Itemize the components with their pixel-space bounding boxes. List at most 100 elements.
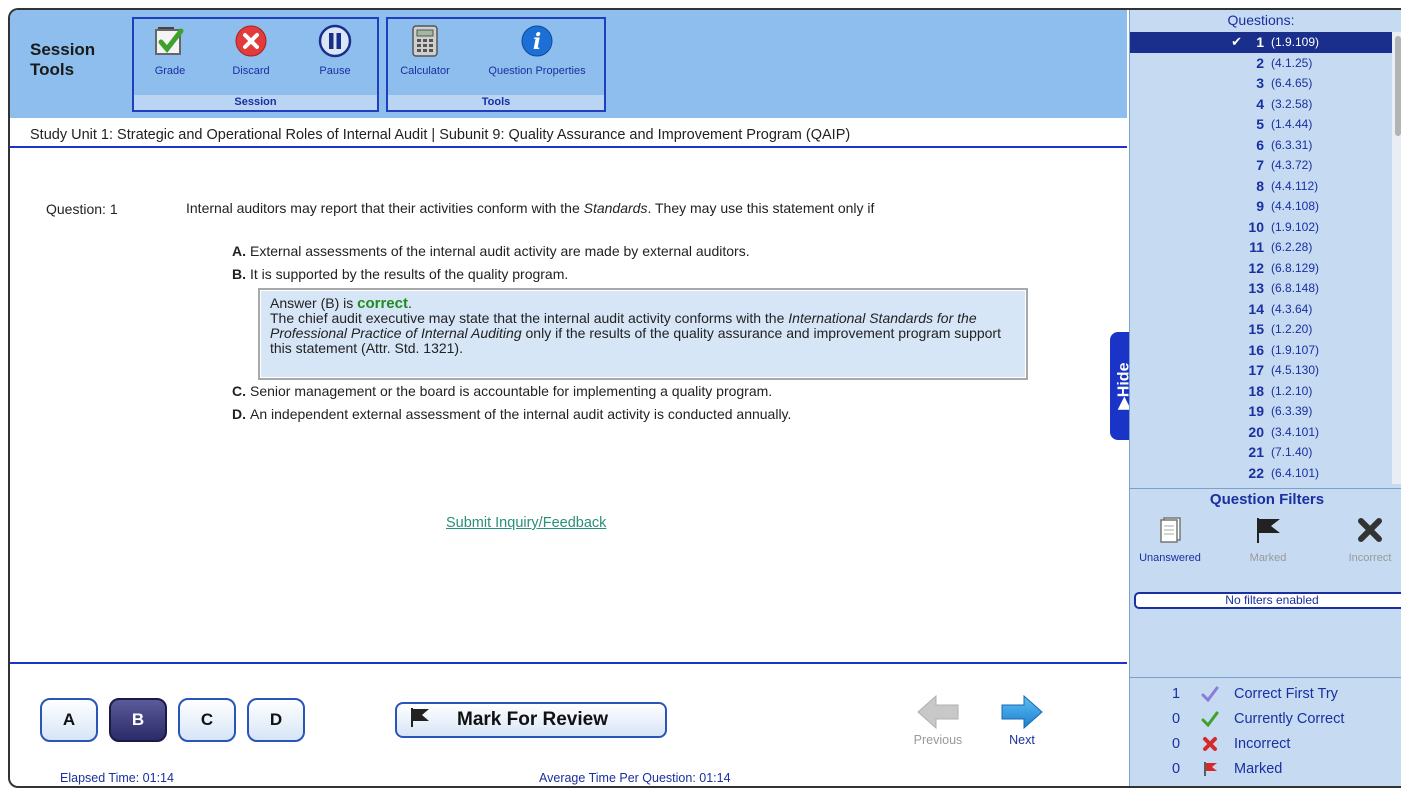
answer-button-b[interactable]: B	[109, 698, 167, 742]
next-button[interactable]: Next	[992, 694, 1052, 747]
question-list-item[interactable]: 7 (4.3.72)	[1130, 155, 1392, 176]
filter-unanswered[interactable]: Unanswered	[1130, 512, 1210, 564]
session-tools-title: Session Tools	[30, 40, 96, 79]
submit-feedback-link[interactable]: Submit Inquiry/Feedback	[446, 515, 606, 531]
scrollbar-thumb[interactable]	[1395, 36, 1401, 136]
grade-button[interactable]: Grade	[146, 23, 194, 77]
question-list-code: (1.2.10)	[1271, 383, 1313, 398]
question-list-item[interactable]: 4 (3.2.58)	[1130, 94, 1392, 115]
arrow-left-icon	[908, 694, 968, 733]
session-group: Grade Discard Pause Session	[132, 17, 379, 112]
question-list-number: 12	[1248, 259, 1264, 276]
choice-c[interactable]: C. Senior management or the board is acco…	[232, 383, 772, 399]
question-list-item[interactable]: 22 (6.4.101)	[1130, 463, 1392, 484]
discard-button[interactable]: Discard	[226, 23, 276, 77]
question-list-number: 15	[1248, 321, 1264, 337]
question-list-number: 16	[1248, 341, 1264, 358]
question-list-number: 4	[1256, 95, 1264, 112]
pause-button[interactable]: Pause	[310, 23, 360, 77]
question-list-number: 13	[1248, 280, 1264, 296]
question-list-number: 1	[1256, 34, 1264, 50]
question-list-code: (3.2.58)	[1271, 96, 1313, 111]
question-list-code: (4.4.108)	[1271, 199, 1320, 213]
question-list-item[interactable]: 11 (6.2.28)	[1130, 237, 1392, 258]
question-list-item[interactable]: 10 (1.9.102)	[1130, 217, 1392, 238]
question-list-item[interactable]: 6 (6.3.31)	[1130, 135, 1392, 156]
choice-a[interactable]: A. External assessments of the internal a…	[232, 243, 750, 259]
green-check-icon	[1200, 711, 1220, 731]
bottom-divider	[10, 662, 1127, 664]
question-list-item[interactable]: 5 (1.4.44)	[1130, 114, 1392, 135]
tools-group: Calculator i Question Properties Tools	[386, 17, 606, 112]
question-list-number: 8	[1256, 177, 1264, 194]
arrow-right-icon	[992, 694, 1052, 733]
question-text: Internal auditors may report that their …	[186, 200, 875, 216]
question-list-code: (4.4.112)	[1271, 178, 1319, 193]
flag-icon	[1242, 512, 1294, 548]
question-list-number: 18	[1248, 382, 1264, 399]
question-list-item[interactable]: 18 (1.2.10)	[1130, 381, 1392, 402]
question-list-item[interactable]: 17 (4.5.130)	[1130, 360, 1392, 381]
legend-incorrect: 0 Incorrect	[1130, 736, 1401, 761]
answer-explanation-box: Answer (B) is correct. The chief audit e…	[258, 288, 1028, 380]
question-list-item[interactable]: 19 (6.3.39)	[1130, 401, 1392, 422]
legend-currently-correct: 0 Currently Correct	[1130, 711, 1401, 736]
question-list-item[interactable]: 9 (4.4.108)	[1130, 196, 1392, 217]
question-list-item[interactable]: 15 (1.2.20)	[1130, 319, 1392, 340]
purple-check-icon	[1200, 686, 1220, 706]
question-list-code: (4.1.25)	[1271, 55, 1313, 70]
question-list-code: (1.4.44)	[1271, 117, 1313, 131]
question-list-item[interactable]: 21 (7.1.40)	[1130, 442, 1392, 463]
average-time: Average Time Per Question: 01:14	[539, 771, 731, 785]
answer-button-d[interactable]: D	[247, 698, 305, 742]
question-list-item[interactable]: 2 (4.1.25)	[1130, 53, 1392, 74]
question-list-number: 10	[1248, 218, 1264, 235]
mark-for-review-button[interactable]: Mark For Review	[395, 702, 667, 738]
question-list-number: 7	[1256, 157, 1264, 173]
question-list-code: (6.2.28)	[1271, 240, 1313, 254]
questions-header: Questions:	[1227, 12, 1295, 28]
question-list-code: (3.4.101)	[1271, 424, 1320, 439]
question-list-number: 21	[1248, 444, 1264, 460]
question-list-item[interactable]: 12 (6.8.129)	[1130, 258, 1392, 279]
choice-d[interactable]: D. An independent external assessment of …	[232, 406, 791, 422]
tools-group-label: Tools	[388, 95, 604, 110]
question-list-code: (6.4.101)	[1271, 465, 1320, 480]
x-icon	[1342, 512, 1398, 548]
discard-x-icon	[233, 23, 269, 59]
question-list-number: 19	[1248, 403, 1264, 419]
filter-marked[interactable]: Marked	[1242, 512, 1294, 564]
previous-button[interactable]: Previous	[908, 694, 968, 747]
answer-button-a[interactable]: A	[40, 698, 98, 742]
questions-panel: Questions: ✔ 1 (1.9.109) 2 (4.1.25) 3 (6.4.65)…	[1129, 10, 1401, 786]
question-list-item[interactable]: 3 (6.4.65)	[1130, 73, 1392, 94]
question-list-number: 14	[1248, 300, 1264, 317]
question-list-code: (1.9.109)	[1271, 35, 1320, 49]
calculator-button[interactable]: Calculator	[394, 23, 456, 77]
question-list-scrollbar[interactable]	[1392, 32, 1401, 484]
filter-incorrect[interactable]: Incorrect	[1342, 512, 1398, 564]
question-list-number: 6	[1256, 136, 1264, 153]
question-list-item[interactable]: 20 (3.4.101)	[1130, 422, 1392, 443]
question-list-code: (6.3.31)	[1271, 137, 1313, 152]
question-list-number: 3	[1256, 75, 1264, 91]
question-list-code: (4.5.130)	[1271, 363, 1320, 377]
question-list-code: (6.3.39)	[1271, 404, 1313, 418]
question-list-item[interactable]: 8 (4.4.112)	[1130, 176, 1392, 197]
question-properties-button[interactable]: i Question Properties	[474, 23, 600, 77]
question-list-item[interactable]: 16 (1.9.107)	[1130, 340, 1392, 361]
choice-b[interactable]: B. It is supported by the results of the …	[232, 266, 568, 282]
question-list-item[interactable]: 13 (6.8.148)	[1130, 278, 1392, 299]
question-list-code: (4.3.64)	[1271, 301, 1313, 316]
question-list-item[interactable]: 14 (4.3.64)	[1130, 299, 1392, 320]
question-list-code: (6.4.65)	[1271, 76, 1313, 90]
question-list-item[interactable]: ✔ 1 (1.9.109)	[1130, 32, 1392, 53]
question-list-number: 17	[1248, 362, 1264, 378]
legend-correct-first-try: 1 Correct First Try	[1130, 686, 1401, 711]
question-list-code: (7.1.40)	[1271, 445, 1313, 459]
question-list-code: (6.8.148)	[1271, 281, 1320, 295]
session-tools-header: Session Tools Grade Discard Pause Sessio…	[10, 10, 1127, 118]
filter-status: No filters enabled	[1134, 592, 1401, 609]
red-flag-icon	[1200, 761, 1220, 781]
answer-button-c[interactable]: C	[178, 698, 236, 742]
